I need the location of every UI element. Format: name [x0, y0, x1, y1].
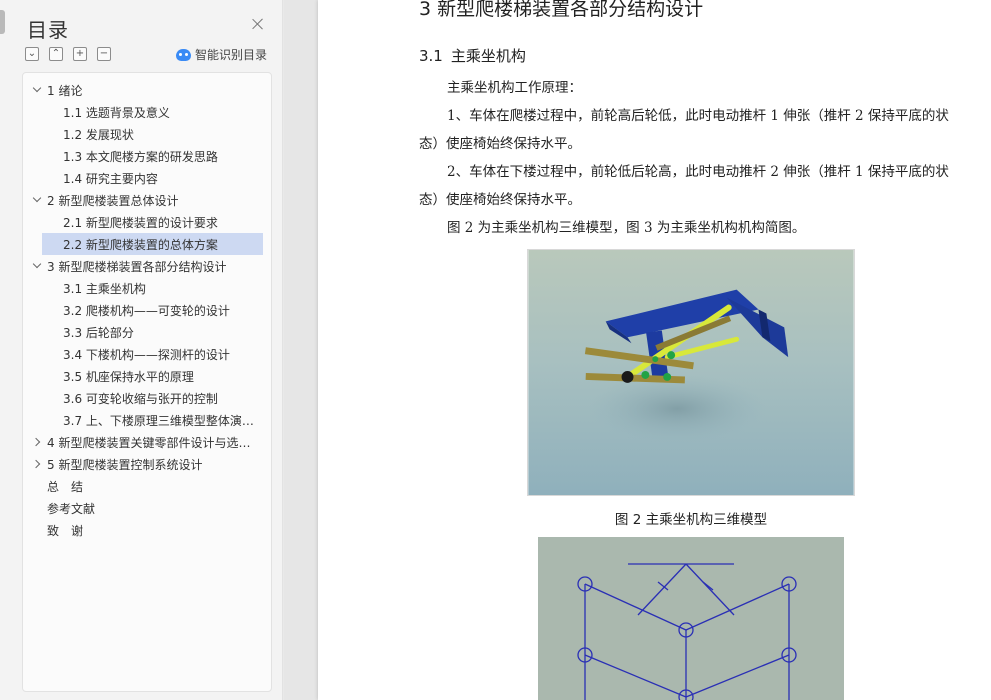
toc-item-label: 5 新型爬楼装置控制系统设计: [47, 457, 203, 472]
paragraph-principle: 主乘坐机构工作原理：: [447, 80, 582, 96]
sidebar-scroll-handle[interactable]: [0, 10, 5, 34]
toc-sidebar: 目录 ⌄ ⌃ + − 智能识别目录 1 绪论 1.1 选题背景及意义 1.2 发展现…: [0, 0, 283, 700]
ai-cloud-icon: [176, 48, 191, 61]
toc-item[interactable]: 2.1 新型爬楼装置的设计要求: [23, 211, 263, 233]
toc-item-label: 3.6 可变轮收缩与张开的控制: [63, 391, 218, 406]
toc-item[interactable]: 2 新型爬楼装置总体设计: [23, 189, 271, 211]
collapse-all-button[interactable]: ⌃: [49, 47, 63, 61]
toc-item[interactable]: 3.1 主乘坐机构: [23, 277, 263, 299]
section-number: 3.1: [419, 47, 443, 65]
toc-item-label: 3.1 主乘坐机构: [63, 281, 146, 296]
paragraph-climb-up: 1、车体在爬楼过程中，前轮高后轮低，此时电动推杆 1 伸张（推杆 2 保持平底的…: [419, 108, 949, 152]
toc-item-label: 1.2 发展现状: [63, 127, 134, 142]
toc-item-label: 3.5 机座保持水平的原理: [63, 369, 194, 384]
toc-item[interactable]: 参考文献: [23, 497, 271, 519]
toc-item-label: 4 新型爬楼装置关键零部件设计与选…: [47, 435, 251, 450]
toc-item-label: 1 绪论: [47, 83, 83, 98]
smart-toc-button[interactable]: 智能识别目录: [176, 46, 267, 63]
paragraph-figure-ref: 图 2 为主乘坐机构三维模型，图 3 为主乘坐机构机构简图。: [447, 220, 806, 236]
toc-item-label: 3.7 上、下楼原理三维模型整体演…: [63, 413, 254, 428]
toc-item[interactable]: 3.3 后轮部分: [23, 321, 263, 343]
chevron-down-icon[interactable]: [32, 259, 42, 270]
chevron-down-icon[interactable]: [32, 83, 42, 94]
remove-heading-button[interactable]: −: [97, 47, 111, 61]
toc-item[interactable]: 1.4 研究主要内容: [23, 167, 263, 189]
toc-title: 目录: [27, 18, 69, 42]
document-page: 3 新型爬楼梯装置各部分结构设计 3.1 主乘坐机构 主乘坐机构工作原理： 1、车…: [318, 0, 991, 700]
toc-item[interactable]: 3 新型爬楼梯装置各部分结构设计: [23, 255, 271, 277]
section-title-text: 主乘坐机构: [450, 47, 526, 65]
close-icon[interactable]: [250, 16, 266, 32]
toc-item[interactable]: 3.4 下楼机构——探测杆的设计: [23, 343, 263, 365]
toc-item-label: 1.1 选题背景及意义: [63, 105, 170, 120]
toc-item[interactable]: 3.2 爬楼机构——可变轮的设计: [23, 299, 263, 321]
toc-item[interactable]: 3.7 上、下楼原理三维模型整体演…: [23, 409, 263, 431]
add-heading-button[interactable]: +: [73, 47, 87, 61]
seat-mechanism-3d-model-image[interactable]: [527, 249, 855, 496]
toc-item-label: 1.4 研究主要内容: [63, 171, 158, 186]
section-heading: 3.1 主乘坐机构: [419, 45, 526, 66]
toc-item-label: 2 新型爬楼装置总体设计: [47, 193, 179, 208]
chevron-down-icon[interactable]: [32, 193, 42, 204]
chevron-right-icon[interactable]: [31, 437, 42, 447]
toc-item[interactable]: 1.1 选题背景及意义: [23, 101, 263, 123]
toc-item[interactable]: 3.5 机座保持水平的原理: [23, 365, 263, 387]
toc-item[interactable]: 5 新型爬楼装置控制系统设计: [23, 453, 271, 475]
smart-toc-label: 智能识别目录: [195, 48, 268, 62]
toc-item-label: 2.2 新型爬楼装置的总体方案: [63, 237, 218, 252]
toc-item-label: 参考文献: [47, 501, 96, 516]
toc-item-label: 2.1 新型爬楼装置的设计要求: [63, 215, 218, 230]
chapter-heading: 3 新型爬楼梯装置各部分结构设计: [419, 0, 704, 20]
toc-item[interactable]: 1.2 发展现状: [23, 123, 263, 145]
chevron-right-icon[interactable]: [31, 459, 42, 469]
toc-item[interactable]: 1 绪论: [23, 79, 271, 101]
figure-2-caption: 图 2 主乘坐机构三维模型: [614, 512, 768, 528]
toc-item[interactable]: 3.6 可变轮收缩与张开的控制: [23, 387, 263, 409]
toc-item-label: 总 结: [47, 479, 84, 494]
toc-item[interactable]: 1.3 本文爬楼方案的研发思路: [23, 145, 263, 167]
toc-item-label: 3.3 后轮部分: [63, 325, 134, 340]
toc-item-label: 3.4 下楼机构——探测杆的设计: [63, 347, 230, 362]
toc-toolbar: ⌄ ⌃ + −: [25, 47, 111, 61]
toc-item[interactable]: 总 结: [23, 475, 271, 497]
toc-item[interactable]: 致 谢: [23, 519, 271, 541]
toc-item[interactable]: 2.2 新型爬楼装置的总体方案: [42, 233, 263, 255]
expand-all-button[interactable]: ⌄: [25, 47, 39, 61]
toc-item-label: 3 新型爬楼梯装置各部分结构设计: [47, 259, 227, 274]
toc-list: 1 绪论 1.1 选题背景及意义 1.2 发展现状 1.3 本文爬楼方案的研发思路 1.…: [22, 72, 272, 692]
toc-item-label: 1.3 本文爬楼方案的研发思路: [63, 149, 218, 164]
toc-item[interactable]: 4 新型爬楼装置关键零部件设计与选…: [23, 431, 271, 453]
seat-mechanism-diagram-image[interactable]: [538, 537, 844, 700]
paragraph-climb-down: 2、车体在下楼过程中，前轮低后轮高，此时电动推杆 2 伸张（推杆 1 保持平底的…: [419, 164, 949, 208]
toc-item-label: 3.2 爬楼机构——可变轮的设计: [63, 303, 230, 318]
toc-item-label: 致 谢: [47, 523, 84, 538]
